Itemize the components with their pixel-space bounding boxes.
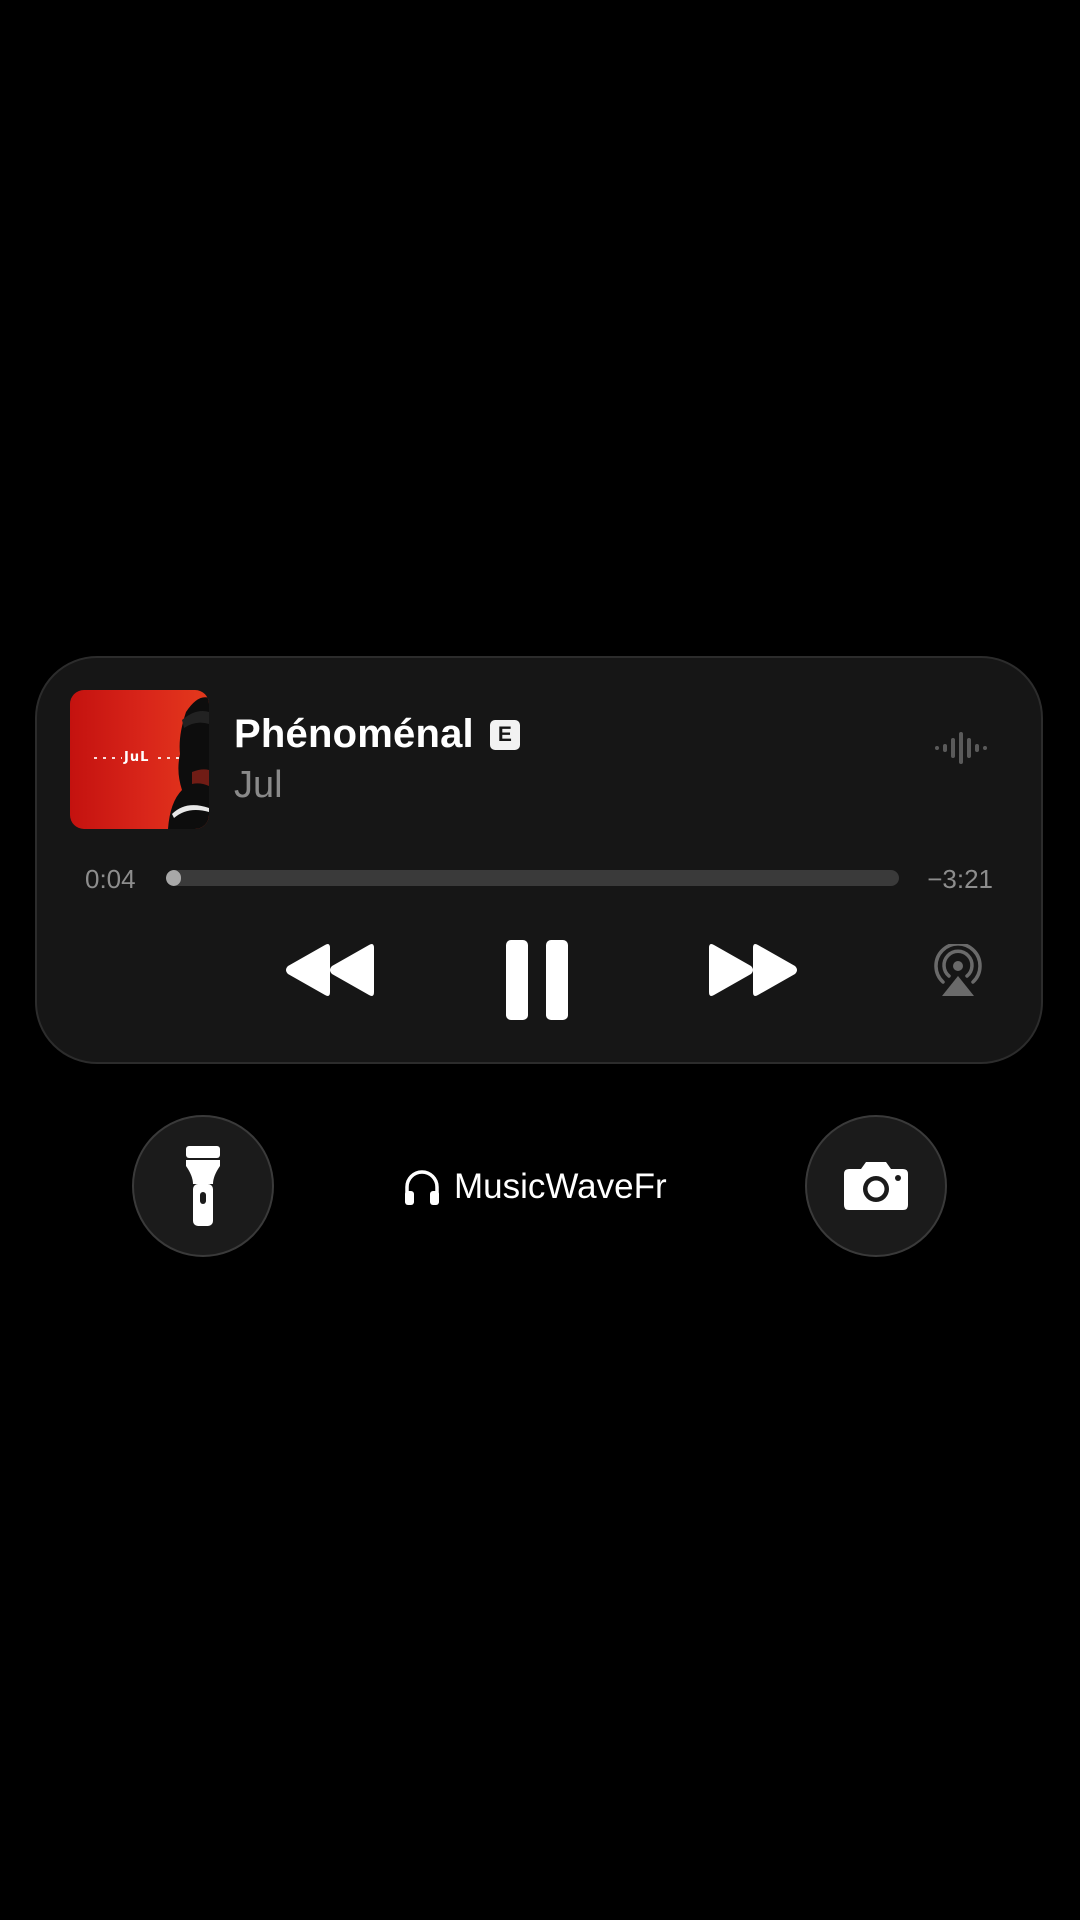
explicit-badge: E xyxy=(489,719,520,750)
backward-icon xyxy=(286,944,374,996)
artwork-figure xyxy=(168,697,209,829)
audio-device-name: MusicWaveFr xyxy=(454,1167,667,1206)
artist-name: Jul xyxy=(234,764,283,806)
album-artwork[interactable]: JuL xyxy=(70,690,209,829)
camera-icon xyxy=(844,1162,908,1210)
title-row: Phénoménal E xyxy=(234,712,520,757)
progress-fill xyxy=(166,870,181,886)
flashlight-button[interactable] xyxy=(132,1115,274,1257)
forward-button[interactable] xyxy=(707,942,799,998)
forward-icon xyxy=(709,944,797,996)
flashlight-icon xyxy=(186,1146,220,1226)
artwork-dots-left xyxy=(94,757,122,759)
airplay-icon xyxy=(934,942,982,996)
lock-screen: JuL Phénoménal E Jul 0:04 −3:21 MusicWav… xyxy=(0,0,1080,1920)
airplay-button[interactable] xyxy=(930,942,986,998)
now-playing-widget[interactable]: JuL Phénoménal E Jul 0:04 −3:21 xyxy=(35,656,1043,1064)
artwork-text: JuL xyxy=(124,750,150,765)
remaining-time: −3:21 xyxy=(927,864,993,894)
audio-output-label: MusicWaveFr xyxy=(402,1164,667,1210)
track-title: Phénoménal xyxy=(234,712,474,756)
rewind-button[interactable] xyxy=(284,942,376,998)
progress-bar[interactable] xyxy=(166,870,899,886)
waveform-icon xyxy=(935,732,987,764)
camera-button[interactable] xyxy=(805,1115,947,1257)
pause-button[interactable] xyxy=(504,938,570,1022)
pause-icon xyxy=(506,940,568,1020)
elapsed-time: 0:04 xyxy=(85,864,136,894)
headphones-icon xyxy=(405,1170,439,1205)
